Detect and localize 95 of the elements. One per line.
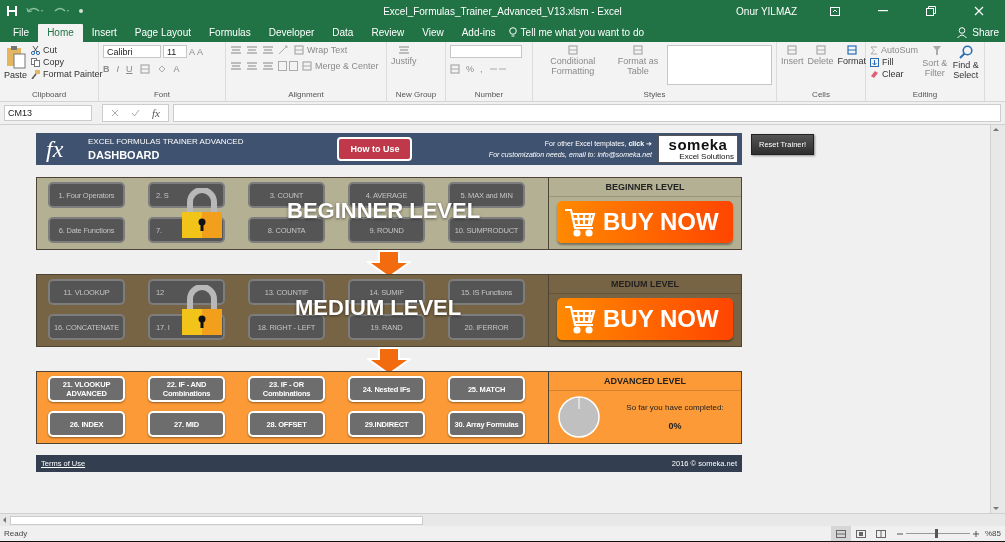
buy-now-button[interactable]: BUY NOW xyxy=(557,298,733,340)
ribbon-tab[interactable]: Formulas xyxy=(200,24,260,42)
zoom-in-icon xyxy=(973,530,979,537)
fill-color-icon xyxy=(156,64,167,74)
copy-button[interactable]: Copy xyxy=(31,57,103,67)
ribbon-tab[interactable]: Developer xyxy=(259,24,324,42)
copy-icon xyxy=(31,57,40,67)
undo-icon xyxy=(26,6,44,16)
level-title: BEGINNER LEVEL xyxy=(549,178,741,197)
scroll-down-icon xyxy=(992,506,1000,511)
sigma-icon xyxy=(870,45,878,55)
ribbon-tab[interactable]: Review xyxy=(362,24,414,42)
ribbon-tab[interactable]: View xyxy=(413,24,453,42)
format-painter-button[interactable]: Format Painter xyxy=(31,69,103,79)
page-layout-icon xyxy=(856,529,866,538)
progress-pie xyxy=(557,395,601,439)
share-button[interactable]: Share xyxy=(972,27,999,38)
view-button[interactable] xyxy=(831,526,851,541)
progress-caption: So far you have completed: xyxy=(626,403,724,412)
ribbon-tab[interactable]: Add-ins xyxy=(452,24,505,42)
align-right-icon xyxy=(262,61,274,71)
indent-icon xyxy=(278,61,298,71)
ribbon-tab[interactable]: Insert xyxy=(82,24,126,42)
normal-view-icon xyxy=(836,529,846,538)
group-label: Font xyxy=(153,90,171,101)
orientation-icon xyxy=(278,45,290,55)
group-label: Alignment xyxy=(287,90,325,101)
group-label: Cells xyxy=(811,90,831,101)
font-name-field[interactable]: Calibri xyxy=(103,45,161,58)
paste-button[interactable]: Paste xyxy=(4,45,27,90)
align-center-icon xyxy=(246,61,258,71)
align-left-icon xyxy=(230,61,242,71)
brush-icon xyxy=(31,69,40,79)
customize-icon xyxy=(78,8,84,14)
ribbon-tab[interactable]: Data xyxy=(323,24,363,42)
level-title: ADVANCED LEVEL xyxy=(549,372,741,391)
clear-button[interactable]: Clear xyxy=(870,69,919,79)
formula-input[interactable] xyxy=(172,104,1001,122)
format-button[interactable]: Format xyxy=(837,45,867,90)
font-size-field[interactable]: 11 xyxy=(163,45,187,58)
ribbon-tab[interactable]: Home xyxy=(38,24,83,42)
align-middle-icon xyxy=(246,45,258,55)
find-select-button[interactable]: Find & Select xyxy=(951,45,980,90)
ribbon-tab[interactable]: File xyxy=(4,24,39,42)
horizontal-scrollbar[interactable] xyxy=(10,515,423,525)
level-title: MEDIUM LEVEL xyxy=(549,275,741,294)
lightbulb-icon xyxy=(508,27,517,38)
eraser-icon xyxy=(870,69,879,79)
decimal-icon xyxy=(488,65,507,73)
cancel-icon xyxy=(111,109,119,117)
zoom-level[interactable]: %85 xyxy=(985,529,1001,538)
ribbon-tab[interactable]: Page Layout xyxy=(125,24,200,42)
scroll-left-icon xyxy=(2,516,7,524)
minimize-icon xyxy=(878,10,888,12)
paste-icon xyxy=(5,45,26,69)
group-label: Editing xyxy=(911,90,939,101)
close-icon xyxy=(974,6,984,16)
fill-down-icon xyxy=(870,57,879,67)
fx-logo: fx xyxy=(46,135,65,163)
scroll-up-icon xyxy=(992,127,1000,132)
how-to-use-button[interactable]: How to Use xyxy=(337,137,413,161)
cart-icon xyxy=(563,303,597,335)
cut-button[interactable]: Cut xyxy=(31,45,103,55)
page-break-icon xyxy=(876,529,886,538)
buy-now-button[interactable]: BUY NOW xyxy=(557,201,733,243)
search-icon xyxy=(958,45,973,59)
group-label: New Group xyxy=(394,90,438,101)
app-title: EXCEL FORMULAS TRAINER ADVANCED xyxy=(88,137,244,146)
enter-icon xyxy=(131,109,140,117)
align-bottom-icon xyxy=(262,45,274,55)
ribbon-display-icon xyxy=(830,6,840,16)
insert-function-button[interactable]: fx xyxy=(152,107,160,119)
number-format-field[interactable] xyxy=(450,45,522,58)
vertical-scrollbar[interactable] xyxy=(991,125,1005,513)
name-box[interactable]: CM13 xyxy=(4,105,92,121)
zoom-out-icon xyxy=(897,530,903,537)
dashboard-title: DASHBOARD xyxy=(88,149,161,161)
align-top-icon xyxy=(230,45,242,55)
group-label: Clipboard xyxy=(30,90,68,101)
group-label: Styles xyxy=(642,90,667,101)
scissors-icon xyxy=(31,45,40,55)
person-icon xyxy=(957,27,969,38)
window-title: Excel_Formulas_Trainer_Advanced_V13.xlsm - Excel xyxy=(383,5,622,17)
brand-logo[interactable]: someka Excel Solutions xyxy=(658,135,738,163)
user-name: Onur YILMAZ xyxy=(736,5,797,17)
zoom-slider[interactable] xyxy=(934,529,938,538)
fill-button[interactable]: Fill xyxy=(870,57,919,67)
tell-me-field[interactable]: Tell me what you want to do xyxy=(520,27,644,38)
status-text: Ready xyxy=(4,529,28,538)
group-label: Number xyxy=(473,90,505,101)
styles-gallery[interactable] xyxy=(667,45,772,85)
justify-icon xyxy=(397,45,410,55)
restore-icon xyxy=(926,6,936,16)
progress-percent: 0% xyxy=(668,421,682,431)
cart-icon xyxy=(563,206,597,238)
